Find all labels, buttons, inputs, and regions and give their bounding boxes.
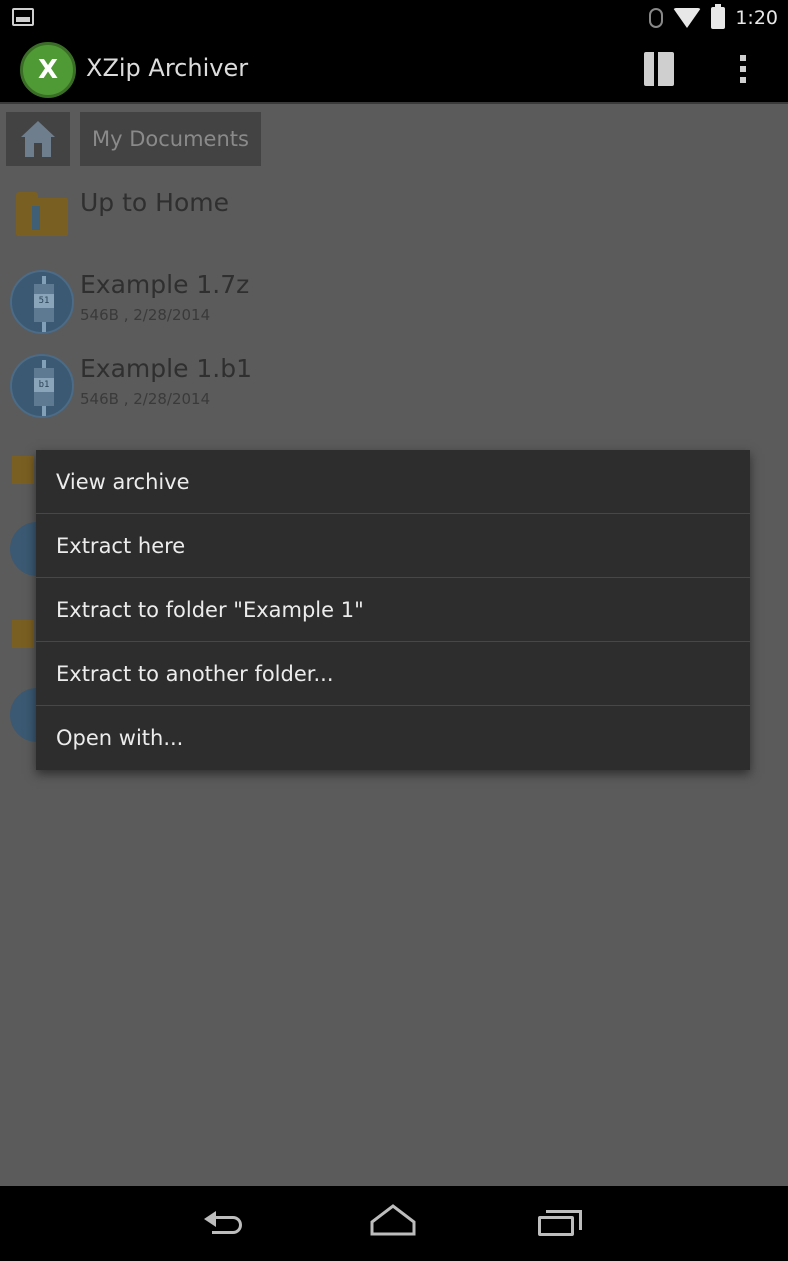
battery-icon — [711, 4, 726, 29]
breadcrumb-current-folder[interactable]: My Documents — [80, 112, 261, 166]
menu-item-extract-to-folder[interactable]: Extract to folder "Example 1" — [36, 578, 750, 642]
wifi-icon — [673, 8, 702, 28]
archive-icon — [10, 522, 38, 576]
status-bar: 1:20 — [0, 0, 788, 34]
action-bar: X XZip Archiver — [0, 34, 788, 104]
file-item-up-to-home[interactable]: Up to Home — [0, 182, 788, 262]
app-logo-icon[interactable]: X — [20, 42, 76, 98]
file-name: Example 1.b1 — [80, 354, 253, 383]
menu-item-view-archive[interactable]: View archive — [36, 450, 750, 514]
archive-icon: 51 — [10, 270, 74, 334]
home-icon — [21, 121, 55, 157]
folder-up-icon — [16, 192, 68, 236]
home-nav-icon[interactable] — [368, 1202, 418, 1238]
image-notification-icon — [12, 8, 34, 26]
status-icons: 1:20 — [649, 4, 778, 32]
breadcrumb: My Documents — [6, 112, 261, 166]
navigation-bar — [0, 1186, 788, 1261]
document-icon[interactable] — [644, 52, 674, 86]
back-icon[interactable] — [204, 1210, 248, 1236]
file-name: Up to Home — [80, 188, 229, 217]
file-meta: 546B , 2/28/2014 — [80, 306, 211, 324]
bluetooth-icon — [649, 8, 664, 28]
breadcrumb-home-button[interactable] — [6, 112, 70, 166]
status-time: 1:20 — [735, 7, 778, 29]
menu-item-open-with[interactable]: Open with... — [36, 706, 750, 770]
file-item-example-7z[interactable]: 51 Example 1.7z 546B , 2/28/2014 — [0, 262, 788, 342]
file-name: Example 1.7z — [80, 270, 250, 299]
folder-icon — [12, 456, 34, 484]
folder-icon — [12, 620, 34, 648]
menu-item-extract-to-another-folder[interactable]: Extract to another folder... — [36, 642, 750, 706]
archive-icon — [10, 688, 38, 742]
menu-item-extract-here[interactable]: Extract here — [36, 514, 750, 578]
recent-apps-icon[interactable] — [538, 1210, 582, 1236]
overflow-menu-icon[interactable] — [728, 52, 758, 86]
app-logo-text: X — [37, 55, 59, 85]
file-item-example-b1[interactable]: b1 Example 1.b1 546B , 2/28/2014 — [0, 346, 788, 426]
app-title: XZip Archiver — [86, 54, 249, 82]
archive-badge: b1 — [34, 378, 54, 392]
archive-badge: 51 — [34, 294, 54, 308]
context-menu: View archive Extract here Extract to fol… — [36, 450, 750, 770]
archive-icon: b1 — [10, 354, 74, 418]
file-meta: 546B , 2/28/2014 — [80, 390, 211, 408]
